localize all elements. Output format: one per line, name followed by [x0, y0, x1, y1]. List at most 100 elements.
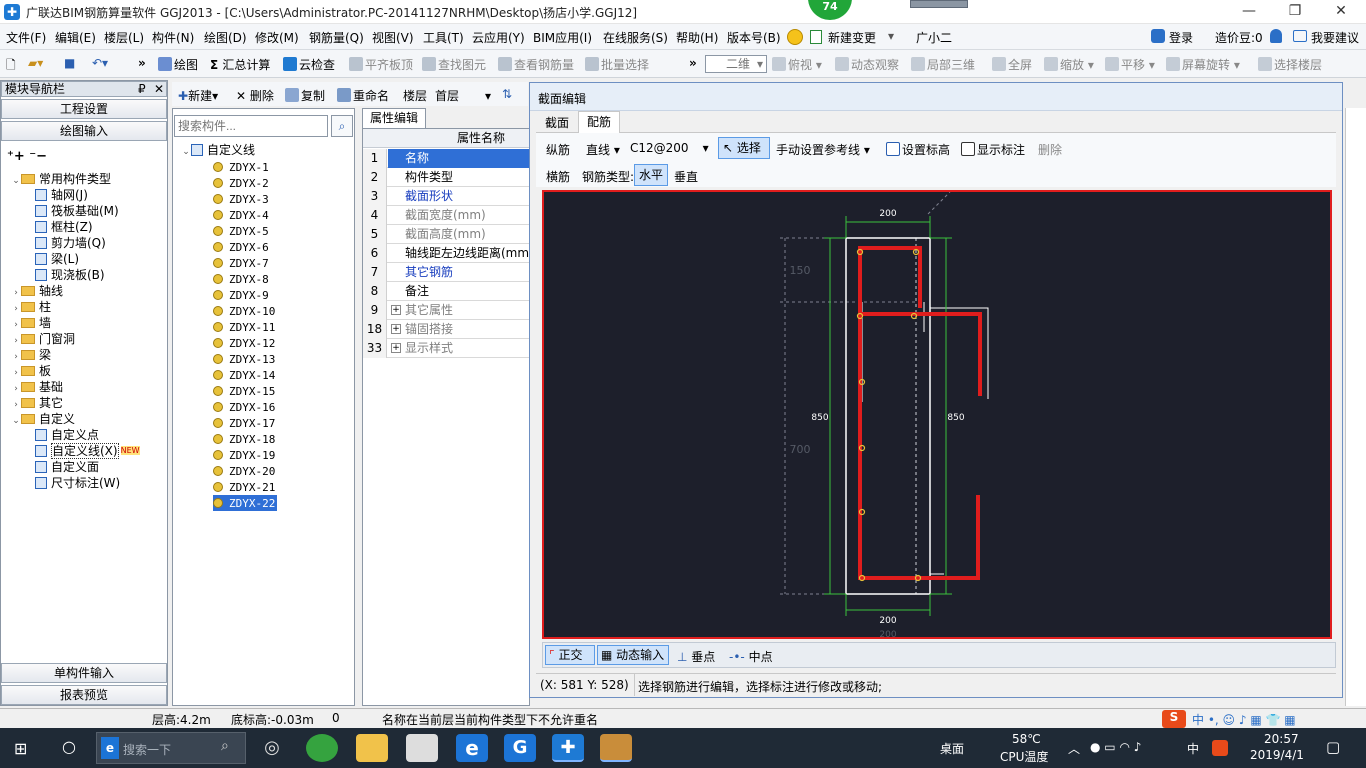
suggest-button[interactable]: 我要建议 [1311, 29, 1359, 46]
property-row[interactable]: 3 截面形状 [363, 187, 529, 206]
menu-help[interactable]: 帮助(H) [676, 29, 718, 46]
search-input-field[interactable] [175, 116, 325, 136]
fullscreen-button[interactable]: 全屏 [992, 56, 1032, 73]
tree-root[interactable]: ⌄ 自定义线 [181, 141, 255, 158]
tree-item[interactable]: › 板 [11, 363, 51, 379]
tree-item[interactable]: 轴网(J) [35, 187, 88, 203]
menu-bim[interactable]: BIM应用(I) [533, 29, 592, 46]
property-row[interactable]: 4 截面宽度(mm) [363, 206, 529, 225]
property-row[interactable]: 6 轴线距左边线距离(mm) [363, 244, 534, 263]
menu-version[interactable]: 版本号(B) [727, 29, 781, 46]
menu-edit[interactable]: 编辑(E) [55, 29, 96, 46]
tree-item[interactable]: › 基础 [11, 379, 63, 395]
component-item[interactable]: ZDYX-6 [213, 239, 269, 255]
perpendicular-button[interactable]: ⊥ 垂点 [677, 648, 715, 665]
expand-plus-icon[interactable]: + [391, 324, 401, 334]
component-item[interactable]: ZDYX-5 [213, 223, 269, 239]
component-item[interactable]: ZDYX-12 [213, 335, 275, 351]
tree-item[interactable]: › 门窗洞 [11, 331, 75, 347]
property-row[interactable]: 8 备注 [363, 282, 529, 301]
property-row[interactable]: 18 + 锚固搭接 [363, 320, 529, 339]
expand-plus-icon[interactable]: + [391, 343, 401, 353]
property-row[interactable]: 1 名称 [363, 149, 529, 168]
top-view-button[interactable]: 俯视 ▾ [772, 56, 822, 73]
view-mode-select[interactable]: 二维 ▾ [705, 55, 767, 73]
component-item[interactable]: ZDYX-11 [213, 319, 275, 335]
tree-item[interactable]: 筏板基础(M) [35, 203, 119, 219]
save-icon[interactable]: ■ [64, 56, 75, 70]
cloud-check-button[interactable]: 云检查 [283, 56, 335, 73]
set-elevation-button[interactable]: 设置标高 [886, 141, 950, 158]
rebar-branch[interactable] [860, 312, 982, 396]
draw-button[interactable]: 绘图 [158, 56, 198, 73]
vertical-button[interactable]: 垂直 [674, 168, 698, 185]
clock-date[interactable]: 2019/4/1 [1250, 748, 1304, 762]
component-item[interactable]: ZDYX-15 [213, 383, 275, 399]
component-item[interactable]: ZDYX-7 [213, 255, 269, 271]
expand-collapse-icon[interactable]: ⁺+ ⁻− [7, 149, 47, 164]
login-button[interactable]: 登录 [1169, 29, 1193, 46]
component-item[interactable]: ZDYX-8 [213, 271, 269, 287]
open-folder-icon[interactable]: ▰▾ [28, 56, 43, 70]
tray-expand-icon[interactable]: ︿ [1068, 740, 1080, 757]
chevron-down-icon[interactable]: ⌄ [181, 147, 191, 157]
close-button[interactable]: ✕ [1318, 0, 1364, 24]
property-row[interactable]: 7 其它钢筋 [363, 263, 529, 282]
tray-icons[interactable]: ● ▭ ◠ ♪ [1090, 740, 1141, 754]
component-item[interactable]: ZDYX-14 [213, 367, 275, 383]
menu-modify[interactable]: 修改(M) [255, 29, 299, 46]
rename-component-button[interactable]: 重命名 [337, 87, 389, 104]
overflow-icon[interactable]: » [138, 56, 146, 70]
price-bean[interactable]: 造价豆:0 [1215, 29, 1263, 46]
sort-icon[interactable]: ⇅ [502, 87, 512, 101]
component-item[interactable]: ZDYX-17 [213, 415, 275, 431]
menu-online[interactable]: 在线服务(S) [603, 29, 668, 46]
tree-item[interactable]: 尺寸标注(W) [35, 475, 120, 491]
dynamic-input-button[interactable]: ▦ 动态输入 [597, 645, 669, 665]
floor-select[interactable]: 首层 ▾ [435, 87, 491, 104]
sum-button[interactable]: Σ 汇总计算 [210, 56, 270, 73]
property-row[interactable]: 5 截面高度(mm) [363, 225, 529, 244]
assistant-label[interactable]: 广小二 [916, 29, 952, 46]
line-type-select[interactable]: 直线 ▾ [586, 141, 620, 158]
component-item[interactable]: ZDYX-10 [213, 303, 275, 319]
new-change-button[interactable]: 新建变更 [828, 29, 876, 46]
minimize-button[interactable]: — [1226, 0, 1272, 24]
pin-icon[interactable]: ₽ [138, 82, 146, 96]
tree-item[interactable]: ⌄ 自定义 [11, 411, 75, 427]
batch-select-button[interactable]: 批量选择 [585, 56, 649, 73]
tree-item[interactable]: 框柱(Z) [35, 219, 93, 235]
dim-top-width[interactable]: 200 [879, 209, 896, 219]
horizontal-button[interactable]: 水平 [634, 164, 668, 186]
tree-item[interactable]: 自定义线(X) NEW [35, 443, 140, 459]
tree-item[interactable]: ⌄ 常用构件类型 [11, 171, 111, 187]
tab-reinforcement[interactable]: 配筋 [578, 111, 620, 134]
menu-file[interactable]: 文件(F) [6, 29, 46, 46]
delete-rebar-button[interactable]: 删除 [1038, 141, 1062, 158]
tree-item[interactable]: › 柱 [11, 299, 51, 315]
sogou-tray-icon[interactable] [1212, 740, 1228, 756]
select-floor-button[interactable]: 选择楼层 [1258, 56, 1322, 73]
archive-app-icon[interactable] [600, 734, 632, 762]
helmet-icon[interactable] [787, 29, 803, 45]
edge-browser-icon[interactable]: e [456, 734, 488, 762]
tree-item[interactable]: 现浇板(B) [35, 267, 105, 283]
new-file-icon[interactable]: 🗋 [6, 56, 16, 77]
local-3d-button[interactable]: 局部三维 [911, 56, 975, 73]
ortho-button[interactable]: ⌜ 正交 [545, 645, 595, 665]
component-item[interactable]: ZDYX-16 [213, 399, 275, 415]
property-row[interactable]: 33 + 显示样式 [363, 339, 529, 358]
new-component-button[interactable]: ✚新建▾ [178, 87, 218, 104]
manual-ref-button[interactable]: 手动设置参考线 ▾ [776, 141, 870, 158]
menu-view[interactable]: 视图(V) [372, 29, 414, 46]
component-item[interactable]: ZDYX-18 [213, 431, 275, 447]
search-icon[interactable]: ⌕ [331, 115, 353, 137]
single-input-button[interactable]: 单构件输入 [1, 663, 167, 683]
tree-item[interactable]: › 墙 [11, 315, 51, 331]
tab-property-edit[interactable]: 属性编辑 [362, 108, 426, 128]
select-tool-button[interactable]: ↖ 选择 [718, 137, 770, 159]
glodon-g-icon[interactable]: G [504, 734, 536, 762]
rebar-spec-select[interactable]: C12@200 ▾ [630, 141, 709, 155]
zoom-button[interactable]: 缩放 ▾ [1044, 56, 1094, 73]
component-item[interactable]: ZDYX-1 [213, 159, 269, 175]
